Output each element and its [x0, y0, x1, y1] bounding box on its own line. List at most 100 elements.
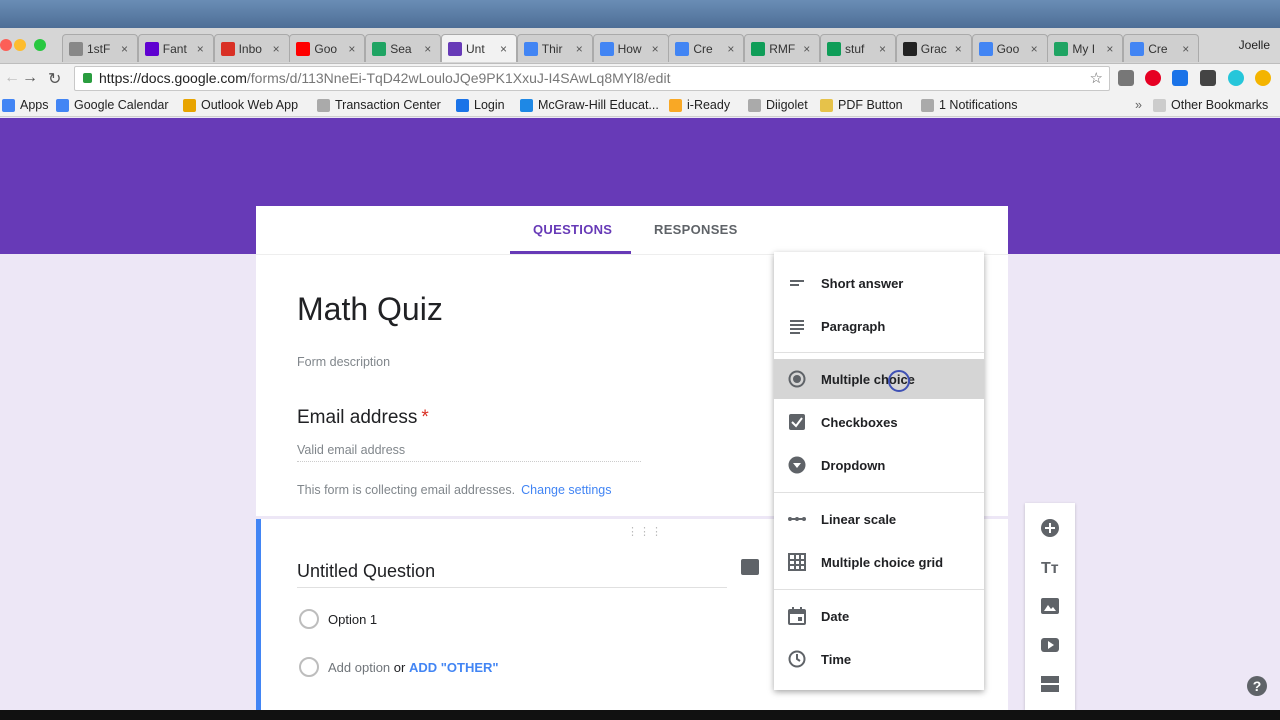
back-icon[interactable]: ←: [4, 69, 20, 87]
required-mark: *: [421, 407, 429, 428]
question-title[interactable]: Untitled Question: [297, 561, 727, 588]
minimize-window-icon[interactable]: [14, 39, 26, 51]
bookmark-item[interactable]: i-Ready: [669, 98, 730, 112]
browser-tab[interactable]: Sea ×: [365, 34, 442, 62]
close-tab-icon[interactable]: ×: [348, 42, 355, 56]
browser-tab[interactable]: Fant ×: [137, 34, 214, 62]
menu-item-multiple-choice-grid[interactable]: Multiple choice grid: [774, 542, 984, 582]
form-title[interactable]: Math Quiz: [297, 291, 443, 328]
address-bar[interactable]: https://docs.google.com/forms/d/113NneEi…: [74, 66, 1110, 91]
bookmark-label: Transaction Center: [335, 98, 441, 112]
tab-title: Goo: [314, 41, 338, 56]
maximize-window-icon[interactable]: [34, 39, 46, 51]
close-tab-icon[interactable]: ×: [1106, 42, 1113, 56]
pinterest-icon[interactable]: [1145, 70, 1161, 86]
close-tab-icon[interactable]: ×: [424, 42, 431, 56]
close-tab-icon[interactable]: ×: [955, 42, 962, 56]
mcgraw-icon: [520, 98, 533, 112]
menu-item-date[interactable]: Date: [774, 596, 984, 636]
extension-icon[interactable]: [1200, 70, 1216, 86]
browser-tab[interactable]: Cre ×: [668, 34, 745, 62]
add-other-link[interactable]: ADD "OTHER": [409, 660, 499, 675]
tab-title: Thir: [541, 41, 563, 56]
close-tab-icon[interactable]: ×: [1031, 42, 1038, 56]
extension-icon[interactable]: [1255, 70, 1271, 86]
close-tab-icon[interactable]: ×: [576, 42, 583, 56]
browser-tab[interactable]: stuf ×: [820, 34, 896, 62]
option-1[interactable]: Option 1: [328, 612, 377, 627]
more-bookmarks-icon[interactable]: »: [1135, 98, 1142, 112]
browser-tab[interactable]: My I ×: [1047, 34, 1124, 62]
drag-handle-icon[interactable]: ⋮⋮⋮: [627, 525, 663, 538]
browser-tab[interactable]: RMF ×: [744, 34, 821, 62]
menu-item-short-answer[interactable]: Short answer: [774, 263, 984, 303]
calendar-icon: [56, 98, 69, 112]
menu-item-paragraph[interactable]: Paragraph: [774, 306, 984, 346]
bookmark-item[interactable]: Outlook Web App: [183, 98, 298, 112]
doc-icon: [69, 41, 83, 56]
close-tab-icon[interactable]: ×: [1182, 42, 1189, 56]
reload-icon[interactable]: ↻: [48, 69, 61, 89]
add-question-icon[interactable]: [1040, 518, 1060, 538]
close-tab-icon[interactable]: ×: [121, 42, 128, 56]
add-title-icon[interactable]: Tт: [1040, 557, 1060, 577]
browser-tab[interactable]: How ×: [592, 34, 669, 62]
menu-item-multiple-choice[interactable]: Multiple choice: [774, 359, 984, 399]
bookmark-item[interactable]: Apps: [2, 98, 49, 112]
browser-tab[interactable]: Grac ×: [895, 34, 972, 62]
close-tab-icon[interactable]: ×: [652, 42, 659, 56]
bookmark-item[interactable]: Transaction Center: [317, 98, 441, 112]
browser-tab[interactable]: Thir ×: [516, 34, 593, 62]
add-option-row: Add option or ADD "OTHER": [328, 660, 499, 675]
svg-text:Tт: Tт: [1041, 560, 1059, 577]
bookmark-item[interactable]: Login: [456, 98, 505, 112]
browser-tab[interactable]: 1stF ×: [62, 34, 138, 62]
help-icon[interactable]: ?: [1247, 676, 1267, 696]
collecting-note-text: This form is collecting email addresses.: [297, 483, 516, 497]
browser-tab[interactable]: Cre ×: [1123, 34, 1200, 62]
menu-item-label: Multiple choice grid: [821, 554, 944, 570]
change-settings-link[interactable]: Change settings: [521, 483, 611, 497]
page-icon: [317, 98, 330, 112]
add-option-link[interactable]: Add option: [328, 660, 390, 675]
menu-item-time[interactable]: Time: [774, 639, 984, 679]
bookmark-label: Outlook Web App: [201, 98, 299, 112]
browser-tab[interactable]: Goo ×: [289, 34, 366, 62]
add-image-icon[interactable]: [1040, 596, 1060, 616]
extension-icon[interactable]: [1172, 70, 1188, 86]
add-section-icon[interactable]: [1040, 674, 1060, 694]
browser-tab[interactable]: Unt ×: [441, 34, 517, 62]
browser-tab[interactable]: Inbo ×: [213, 34, 290, 62]
close-tab-icon[interactable]: ×: [727, 42, 734, 56]
bookmark-item[interactable]: PDF Button: [820, 98, 903, 112]
forward-icon[interactable]: →: [22, 69, 38, 87]
folder-icon: [820, 98, 833, 112]
form-description[interactable]: Form description: [297, 355, 390, 369]
close-tab-icon[interactable]: ×: [803, 42, 810, 56]
tab-questions[interactable]: QUESTIONS: [533, 222, 612, 237]
close-tab-icon[interactable]: ×: [197, 42, 204, 56]
close-tab-icon[interactable]: ×: [500, 42, 507, 56]
menu-item-dropdown[interactable]: Dropdown: [774, 445, 984, 485]
extension-icon[interactable]: [1228, 70, 1244, 86]
bookmark-item[interactable]: McGraw-Hill Educat...: [520, 98, 659, 112]
add-video-icon[interactable]: [1040, 635, 1060, 655]
bookmark-item[interactable]: 1 Notifications: [921, 98, 1018, 112]
bookmark-star-icon[interactable]: ☆: [1090, 67, 1103, 90]
tab-title: Grac: [920, 41, 947, 56]
menu-item-linear-scale[interactable]: Linear scale: [774, 499, 984, 539]
menu-item-checkboxes[interactable]: Checkboxes: [774, 402, 984, 442]
browser-tab[interactable]: Goo ×: [971, 34, 1048, 62]
other-bookmarks[interactable]: Other Bookmarks: [1153, 98, 1268, 112]
bookmark-item[interactable]: Diigolet: [748, 98, 808, 112]
close-tab-icon[interactable]: ×: [273, 42, 280, 56]
paragraph-icon: [790, 320, 804, 334]
bookmark-item[interactable]: Google Calendar: [56, 98, 169, 112]
extension-icon[interactable]: [1118, 70, 1134, 86]
add-image-icon[interactable]: [741, 559, 759, 575]
close-window-icon[interactable]: [0, 39, 12, 51]
sheets-icon: [827, 41, 841, 56]
tab-responses[interactable]: RESPONSES: [654, 222, 738, 237]
close-tab-icon[interactable]: ×: [879, 42, 886, 56]
profile-name[interactable]: Joelle: [1239, 38, 1270, 52]
